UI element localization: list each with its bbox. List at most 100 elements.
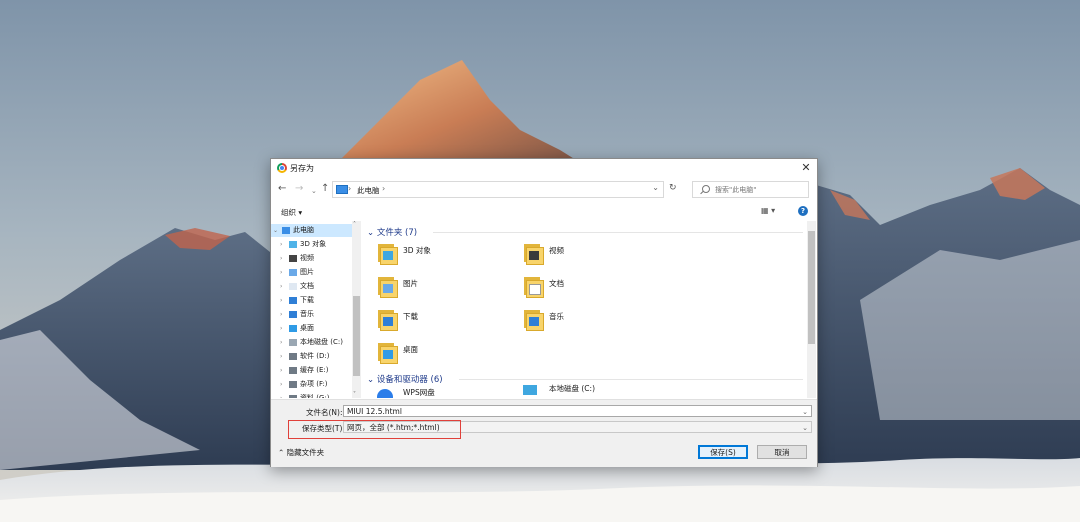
- help-icon[interactable]: ?: [798, 206, 808, 216]
- up-button[interactable]: ↑: [321, 183, 329, 195]
- desktop-icon: [377, 341, 398, 364]
- pictures-icon: [377, 275, 398, 298]
- filename-value: MIUI 12.5.html: [347, 407, 402, 416]
- chevron-right-icon[interactable]: ›: [280, 252, 282, 265]
- nav-tree-label: 下载: [300, 296, 314, 304]
- breadcrumb-location[interactable]: 此电脑: [357, 185, 380, 196]
- search-icon: [702, 185, 710, 193]
- nav-tree-label: 软件 (D:): [300, 352, 330, 360]
- download-icon: [289, 297, 297, 304]
- breadcrumb-separator: ›: [348, 184, 352, 193]
- chevron-down-icon[interactable]: ⌄: [273, 224, 278, 237]
- nav-tree-label: 缓存 (E:): [300, 366, 329, 374]
- filename-label: 文件名(N):: [306, 408, 343, 417]
- nav-tree-item[interactable]: › 杂项 (F:): [271, 378, 353, 391]
- window-title: 另存为: [290, 164, 314, 173]
- drive-icon: [289, 367, 297, 374]
- chevron-right-icon[interactable]: ›: [280, 336, 282, 349]
- folder-item[interactable]: 桌面: [377, 338, 497, 366]
- search-input[interactable]: 搜索"此电脑": [692, 181, 809, 198]
- folder-item[interactable]: 音乐: [523, 305, 643, 333]
- download-icon: [377, 308, 398, 331]
- title-bar: 另存为 ✕: [271, 159, 817, 177]
- folder-item[interactable]: 下载: [377, 305, 497, 333]
- address-bar[interactable]: › 此电脑 › ⌄: [332, 181, 664, 198]
- folder-item[interactable]: 文档: [523, 272, 643, 300]
- view-options-button[interactable]: ▦ ▾: [761, 206, 775, 215]
- 3d-objects-icon: [377, 242, 398, 265]
- folders-group-header[interactable]: ⌄ 文件夹 (7): [367, 226, 417, 238]
- nav-tree-item[interactable]: ⌄ 此电脑: [271, 224, 353, 237]
- video-icon: [523, 242, 544, 265]
- save-as-dialog: 另存为 ✕ ← → ⌄ ↑ › 此电脑 › ⌄ ↻ 搜索"此电脑" 组织 ▾ ▦…: [270, 158, 818, 467]
- chevron-right-icon[interactable]: ›: [280, 350, 282, 363]
- chevron-right-icon[interactable]: ›: [280, 322, 282, 335]
- folder-name: 下载: [403, 312, 418, 321]
- devices-group-header[interactable]: ⌄ 设备和驱动器 (6): [367, 373, 443, 385]
- scrollbar-thumb[interactable]: [808, 231, 815, 344]
- nav-tree-label: 桌面: [300, 324, 314, 332]
- address-dropdown-icon[interactable]: ⌄: [652, 183, 659, 192]
- chevron-down-icon: ⌄: [367, 375, 377, 385]
- nav-tree-label: 音乐: [300, 310, 314, 318]
- nav-tree-item[interactable]: › 音乐: [271, 308, 353, 321]
- chevron-right-icon[interactable]: ›: [280, 308, 282, 321]
- navigation-scrollbar[interactable]: ˄ ˅: [352, 221, 361, 398]
- nav-tree-item[interactable]: › 桌面: [271, 322, 353, 335]
- content-scrollbar[interactable]: [807, 221, 816, 398]
- folder-item[interactable]: 3D 对象: [377, 239, 497, 267]
- nav-tree-item[interactable]: › 图片: [271, 266, 353, 279]
- chevron-down-icon[interactable]: ⌄: [802, 406, 808, 418]
- documents-icon: [523, 275, 544, 298]
- chevron-right-icon[interactable]: ›: [280, 392, 282, 398]
- breadcrumb-separator[interactable]: ›: [382, 184, 385, 193]
- hide-folders-toggle[interactable]: ⌃ 隐藏文件夹: [278, 447, 324, 458]
- device-item[interactable]: 本地磁盘 (C:): [523, 381, 643, 398]
- folder-item[interactable]: 图片: [377, 272, 497, 300]
- chevron-right-icon[interactable]: ›: [280, 280, 282, 293]
- nav-tree-item[interactable]: › 视频: [271, 252, 353, 265]
- forward-button[interactable]: →: [295, 183, 303, 195]
- folder-name: 视频: [549, 246, 564, 255]
- chevron-right-icon[interactable]: ›: [280, 266, 282, 279]
- save-options-panel: 文件名(N): MIUI 12.5.html ⌄ 保存类型(T): 网页，全部 …: [271, 399, 817, 467]
- filename-input[interactable]: MIUI 12.5.html ⌄: [343, 405, 812, 417]
- chevron-down-icon: ⌄: [367, 228, 377, 238]
- file-list-pane: ⌄ 文件夹 (7) ⌄ 设备和驱动器 (6) 3D 对象 视频图片 文档下载 音乐 桌面…: [363, 221, 807, 398]
- close-button[interactable]: ✕: [799, 161, 813, 175]
- nav-tree-item[interactable]: › 本地磁盘 (C:): [271, 336, 353, 349]
- folder-item[interactable]: 视频: [523, 239, 643, 267]
- scroll-up-icon[interactable]: ˄: [353, 221, 356, 228]
- command-bar: 组织 ▾ ▦ ▾ ?: [271, 203, 817, 219]
- nav-tree-label: 本地磁盘 (C:): [300, 338, 343, 346]
- nav-tree-item[interactable]: › 软件 (D:): [271, 350, 353, 363]
- drive-icon: [289, 353, 297, 360]
- refresh-button[interactable]: ↻: [669, 183, 677, 193]
- cancel-button[interactable]: 取消: [757, 445, 807, 459]
- chevron-right-icon[interactable]: ›: [280, 238, 282, 251]
- nav-tree-item[interactable]: › 文档: [271, 280, 353, 293]
- documents-icon: [289, 283, 297, 290]
- back-button[interactable]: ←: [278, 183, 286, 195]
- nav-tree-label: 杂项 (F:): [300, 380, 328, 388]
- chevron-right-icon[interactable]: ›: [280, 364, 282, 377]
- organize-button[interactable]: 组织 ▾: [281, 207, 302, 218]
- folder-name: 3D 对象: [403, 246, 431, 255]
- annotation-highlight-box: [288, 420, 461, 439]
- nav-tree-item[interactable]: › 缓存 (E:): [271, 364, 353, 377]
- chevron-right-icon[interactable]: ›: [280, 294, 282, 307]
- scrollbar-thumb[interactable]: [353, 296, 360, 376]
- chevron-down-icon[interactable]: ⌄: [802, 422, 808, 434]
- music-icon: [289, 311, 297, 318]
- drive-c-icon: [523, 385, 537, 395]
- save-button[interactable]: 保存(S): [698, 445, 748, 459]
- nav-tree-item[interactable]: › 资料 (G:): [271, 392, 353, 398]
- scroll-down-icon[interactable]: ˅: [353, 391, 356, 398]
- device-item[interactable]: WPS网盘: [377, 385, 497, 398]
- recent-locations-button[interactable]: ⌄: [311, 185, 317, 197]
- chevron-right-icon[interactable]: ›: [280, 378, 282, 391]
- nav-tree-label: 此电脑: [293, 226, 314, 234]
- search-placeholder: 搜索"此电脑": [715, 186, 757, 194]
- nav-tree-item[interactable]: › 3D 对象: [271, 238, 353, 251]
- nav-tree-item[interactable]: › 下载: [271, 294, 353, 307]
